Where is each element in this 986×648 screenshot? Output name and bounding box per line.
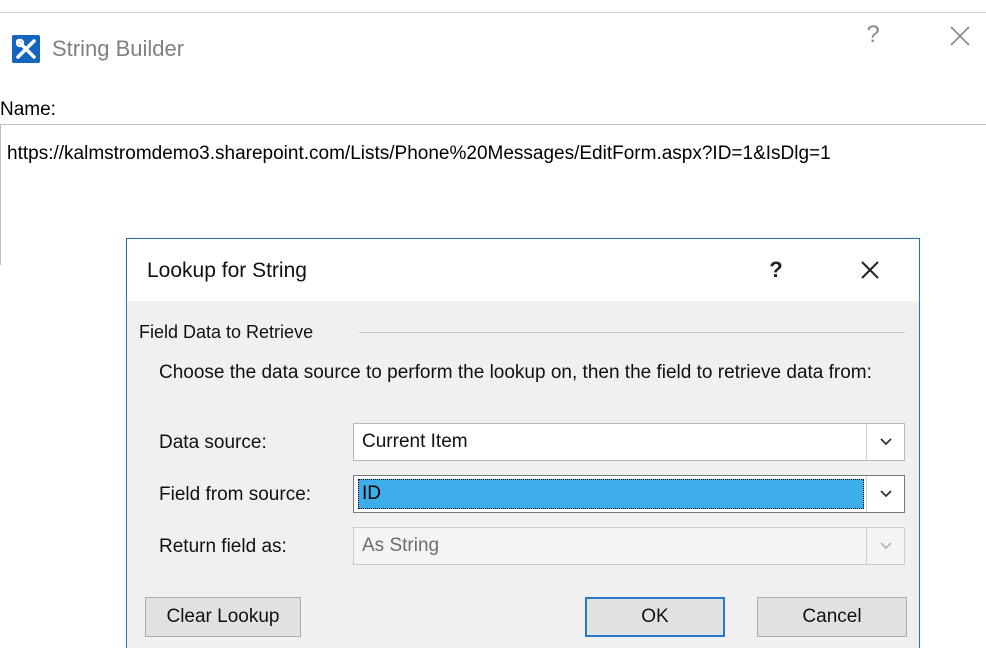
field-from-source-value: ID [362,483,381,504]
field-from-source-select[interactable]: ID [353,475,905,513]
return-field-as-label: Return field as: [159,536,287,557]
selection-highlight [358,479,864,509]
string-builder-titlebar: String Builder [0,13,986,75]
string-builder-window: String Builder ? Name: https://kalmstrom… [0,0,986,648]
chevron-down-icon [879,438,892,446]
chevron-down-icon [879,542,892,550]
name-label: Name: [0,99,56,120]
tools-icon [12,35,40,63]
dialog-title: Lookup for String [147,259,307,282]
chevron-down-icon [879,490,892,498]
data-source-select[interactable]: Current Item [353,423,905,461]
data-source-value: Current Item [362,431,468,452]
return-field-as-select[interactable]: As String [353,527,905,565]
close-button[interactable] [944,20,976,52]
data-source-label: Data source: [159,432,267,453]
dialog-help-button[interactable]: ? [761,253,791,287]
return-field-as-value: As String [362,535,440,556]
window-title: String Builder [52,36,185,61]
lookup-dialog-titlebar: Lookup for String ? [127,239,919,301]
group-divider [359,332,905,333]
name-value: https://kalmstromdemo3.sharepoint.com/Li… [7,143,831,164]
clear-lookup-button[interactable]: Clear Lookup [145,597,301,637]
group-label: Field Data to Retrieve [139,321,322,343]
close-icon [861,261,879,279]
close-icon [950,26,970,46]
dropdown-button[interactable] [866,424,904,460]
field-from-source-label: Field from source: [159,484,312,505]
instruction-text: Choose the data source to perform the lo… [159,362,872,383]
lookup-dialog: Lookup for String ? Field Data to Retrie… [126,238,920,648]
cancel-button[interactable]: Cancel [757,597,907,637]
dialog-close-button[interactable] [855,255,885,285]
help-button[interactable]: ? [858,18,888,52]
dropdown-button[interactable] [866,476,904,512]
ok-button[interactable]: OK [585,597,725,637]
dropdown-button[interactable] [866,528,904,564]
